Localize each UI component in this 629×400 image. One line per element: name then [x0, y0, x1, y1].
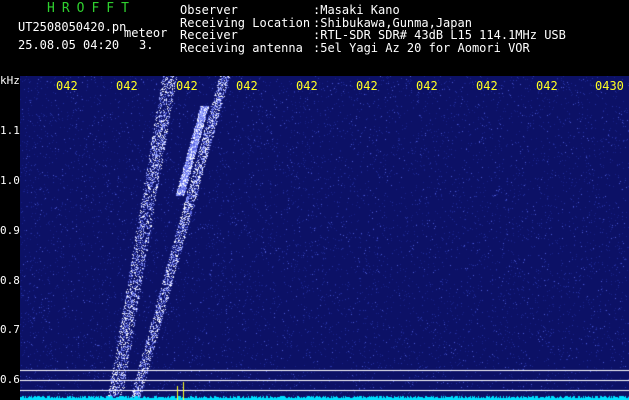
time-tick-label: 042	[116, 79, 138, 93]
time-tick-label: 042	[416, 79, 438, 93]
y-tick-label: 0.6	[0, 373, 20, 386]
y-tick-label: 1.1	[0, 124, 20, 137]
time-tick-label: 042	[476, 79, 498, 93]
time-tick-label: 042	[236, 79, 258, 93]
datetime-label: 25.08.05 04:20	[18, 38, 120, 52]
spectrogram-canvas	[20, 76, 629, 400]
y-tick-label: 0.8	[0, 274, 20, 287]
antenna-row: Receiving antenna:5el Yagi Az 20 for Aom…	[180, 40, 530, 55]
spectrogram-panel	[20, 76, 629, 400]
header-panel: HROFFT UT2508050420.pn meteor 25.08.05 0…	[0, 0, 629, 75]
y-tick-label: 1.0	[0, 174, 20, 187]
y-tick-label: 0.7	[0, 323, 20, 336]
app-title: HROFFT	[47, 1, 136, 16]
y-tick-label: 0.9	[0, 224, 20, 237]
y-axis-unit-label: kHz	[0, 74, 20, 87]
time-tick-label: 042	[176, 79, 198, 93]
count-label: 3.	[139, 38, 154, 52]
time-tick-label: 042	[56, 79, 78, 93]
filename-label: UT2508050420.pn	[18, 20, 127, 34]
time-tick-label: 042	[536, 79, 558, 93]
time-tick-label: 042	[296, 79, 318, 93]
time-tick-label: 042	[356, 79, 378, 93]
station-info: Observer:Masaki Kano Receiving Location:…	[180, 4, 566, 54]
time-tick-label: 0430	[595, 79, 624, 93]
